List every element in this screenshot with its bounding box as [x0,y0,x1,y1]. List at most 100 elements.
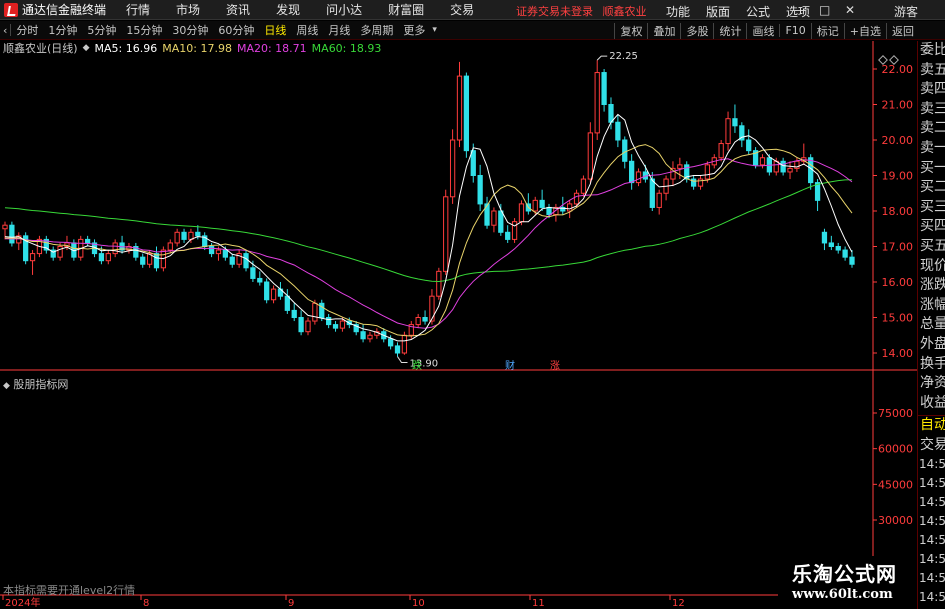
side-label-11: 现价 [920,257,945,274]
menu-formula[interactable]: 公式 [746,3,770,20]
side-tab-1[interactable]: 交易 [918,436,945,456]
price-tick-label: 15.00 [882,312,914,325]
indicator-menu-icon[interactable]: ◆ [83,43,90,53]
close-icon[interactable]: ✕ [845,3,855,17]
back-button[interactable]: 返回 [886,22,919,39]
candle-body [773,160,779,173]
tick-time: 14:56 [919,533,945,548]
candle-body [415,317,421,326]
candle-body [573,192,580,205]
overlay-button[interactable]: 叠加 [647,22,680,39]
period-monthly[interactable]: 月线 [323,22,355,38]
toolbar-right-group: 复权 叠加 多股 统计 画线 F10 标记 +自选 返回 [614,21,919,40]
time-tick-label: 10 [412,598,425,609]
candle-body [835,246,841,251]
side-label-5: 卖一 [920,139,945,156]
candle-body [470,150,476,177]
period-5min[interactable]: 5分钟 [82,22,121,38]
side-label-4: 卖二 [920,120,945,137]
period-1min[interactable]: 1分钟 [43,22,82,38]
add-watchlist-button[interactable]: +自选 [843,22,886,39]
menu-discover[interactable]: 发现 [276,1,300,18]
candle-body [291,309,297,318]
candle-body [326,317,332,326]
menu-layout[interactable]: 版面 [706,3,730,20]
adjust-price-button[interactable]: 复权 [614,22,647,39]
menu-market-quotes[interactable]: 行情 [126,1,150,18]
candle-body [243,253,249,269]
side-label-18: 收益 [920,394,945,411]
candle-body [629,160,635,184]
menu-news[interactable]: 资讯 [226,1,250,18]
time-tick-label: 9 [288,598,294,609]
app-logo-icon [4,2,18,17]
period-multi[interactable]: 多周期 [355,22,398,38]
period-intraday[interactable]: 分时 [11,22,43,38]
side-label-16: 换手 [920,355,945,372]
event-marker: 跌 [412,359,422,372]
minimize-icon[interactable]: — [794,3,806,17]
period-30min[interactable]: 30分钟 [167,22,213,38]
level2-note: 本指标需要开通level2行情 [3,584,136,597]
period-more[interactable]: 更多 [398,22,430,38]
menu-functions[interactable]: 功能 [666,3,690,20]
time-tick-label: 12 [672,598,685,609]
candle-body [732,118,738,127]
candle-body [649,178,655,208]
ma20-line [4,158,853,329]
f10-button[interactable]: F10 [779,24,810,37]
candle-body [174,231,180,244]
menu-ask-assistant[interactable]: 问小达 [326,1,362,18]
event-marker: 财 [505,359,515,372]
candle-body [298,317,304,333]
candle-body [105,253,111,262]
period-weekly[interactable]: 周线 [291,22,323,38]
candle-body [828,242,834,247]
ma10-line [4,144,853,337]
candle-body [567,203,573,212]
prev-arrow-icon[interactable]: ‹ [0,24,10,37]
trade-login-status[interactable]: 证券交易未登录 [516,5,593,18]
candle-body [57,246,63,258]
period-60min[interactable]: 60分钟 [213,22,259,38]
mark-button[interactable]: 标记 [810,22,844,39]
stock-chart[interactable]: 22.00 21.00 20.00 19.00 18.00 17.00 16.00 15.00… [0,41,945,609]
candle-body [704,164,711,180]
period-15min[interactable]: 15分钟 [121,22,167,38]
more-dropdown-icon[interactable]: ▾ [430,25,439,35]
watermark-url: www.60lt.com [792,587,893,602]
period-daily[interactable]: 日线 [259,22,291,38]
candle-body [222,249,228,258]
tick-time: 14:56 [919,571,945,586]
tick-list: 自动交易14:5614:5614:5614:5614:5614:5614:561… [918,415,945,609]
multi-stock-button[interactable]: 多股 [680,22,713,39]
candle-body [339,320,346,329]
quote-side-panel: 委比卖五卖四卖三卖二卖一买一买二买三买四买五现价涨跌涨幅总量外盘换手净资收益 自… [917,41,945,609]
menu-market[interactable]: 市场 [176,1,200,18]
maximize-icon[interactable]: □ [819,3,830,17]
candle-body [29,253,36,262]
menu-wealth-circle[interactable]: 财富圈 [388,1,424,18]
candle-body [546,206,552,216]
candle-body [332,324,339,329]
side-label-17: 净资 [920,375,945,392]
side-label-13: 涨幅 [920,296,945,313]
candle-body [215,249,222,255]
draw-line-button[interactable]: 画线 [746,22,779,39]
menu-trade[interactable]: 交易 [450,1,474,18]
side-label-15: 外盘 [920,335,945,352]
candle-body [140,256,146,265]
statistics-button[interactable]: 统计 [713,22,746,39]
menu-bar: 通达信金融终端 行情 市场 资讯 发现 问小达 财富圈 交易 证券交易未登录 顺… [0,0,945,20]
tick-time: 14:56 [919,514,945,529]
candle-body [360,331,366,340]
candle-body [477,175,483,205]
ma5-value: MA5: 16.96 [94,41,158,55]
side-label-9: 买四 [920,218,945,235]
side-label-2: 卖四 [920,81,945,98]
guest-login-button[interactable]: 游客 [894,3,918,20]
indicator-panel-title[interactable]: ◆ 股朋指标网 [3,376,68,392]
indicator-menu-icon[interactable]: ◆ [3,381,10,391]
side-tab-0[interactable]: 自动 [918,416,945,436]
login-notice[interactable]: 证券交易未登录 顺鑫农业 [516,3,653,19]
